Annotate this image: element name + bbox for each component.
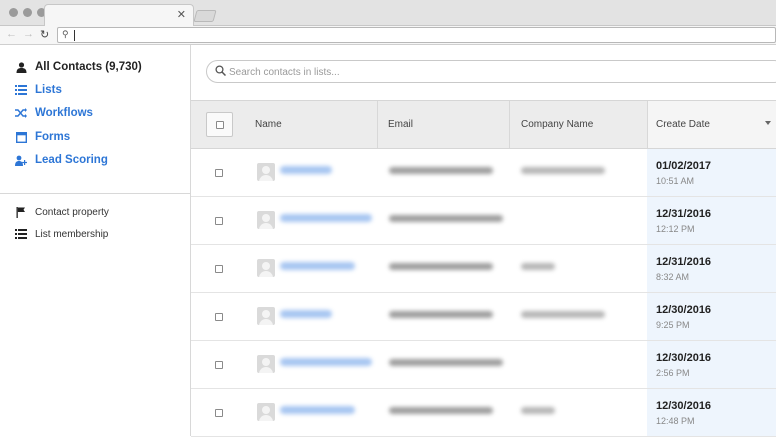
create-time: 12:48 PM <box>656 416 695 426</box>
create-date: 12/30/2016 <box>656 400 712 412</box>
company-redacted <box>521 311 605 318</box>
column-divider <box>377 101 378 148</box>
reload-icon[interactable]: ↻ <box>40 28 49 41</box>
forward-arrow-icon[interactable]: → <box>23 28 34 40</box>
new-tab-button[interactable] <box>193 10 217 22</box>
browser-tab[interactable]: ✕ <box>44 4 194 27</box>
avatar <box>257 355 275 373</box>
address-bar-input[interactable]: ⚲ <box>57 27 776 43</box>
contact-name-redacted[interactable] <box>280 214 372 222</box>
create-time: 8:32 AM <box>656 272 690 282</box>
minimize-window-icon[interactable] <box>23 8 32 17</box>
table-row[interactable]: 12/30/2016 12:48 PM <box>191 389 776 437</box>
sidebar-item-label: Lead Scoring <box>35 154 108 166</box>
list-icon <box>14 84 28 96</box>
search-icon: ⚲ <box>62 29 69 39</box>
row-checkbox[interactable] <box>215 265 223 273</box>
avatar <box>257 259 275 277</box>
contact-name-redacted[interactable] <box>280 262 355 270</box>
sidebar-item-all-contacts[interactable]: All Contacts (9,730) <box>14 61 142 73</box>
table-row[interactable]: 12/30/2016 9:25 PM <box>191 293 776 341</box>
sidebar-item-lists[interactable]: Lists <box>14 84 62 96</box>
create-date: 12/31/2016 <box>656 208 712 220</box>
email-redacted <box>389 263 493 270</box>
text-caret <box>74 30 75 41</box>
create-date: 12/30/2016 <box>656 352 712 364</box>
sidebar: All Contacts (9,730) Lists Workflows For… <box>0 45 191 436</box>
row-checkbox[interactable] <box>215 409 223 417</box>
contacts-main: Name Email Company Name Create Date 01/0… <box>191 45 776 437</box>
row-checkbox[interactable] <box>215 313 223 321</box>
address-bar-row: ← → ↻ ⚲ <box>0 26 776 45</box>
email-redacted <box>389 359 503 366</box>
email-redacted <box>389 311 493 318</box>
shuffle-icon <box>14 107 28 119</box>
sidebar-item-label: All Contacts (9,730) <box>35 61 142 73</box>
browser-tab-bar: ✕ <box>0 0 776 27</box>
column-header-company[interactable]: Company Name <box>521 101 593 148</box>
row-checkbox[interactable] <box>215 169 223 177</box>
table-row[interactable]: 12/31/2016 12:12 PM <box>191 197 776 245</box>
create-time: 2:56 PM <box>656 368 690 378</box>
row-checkbox[interactable] <box>215 217 223 225</box>
company-redacted <box>521 407 555 414</box>
select-all-checkbox[interactable] <box>216 121 224 129</box>
column-divider <box>509 101 510 148</box>
form-icon <box>14 131 28 143</box>
create-date: 12/31/2016 <box>656 256 712 268</box>
contact-name-redacted[interactable] <box>280 166 332 174</box>
select-all-button[interactable] <box>206 112 233 137</box>
contact-name-redacted[interactable] <box>280 406 355 414</box>
create-time: 10:51 AM <box>656 176 695 186</box>
column-header-label: Create Date <box>656 119 710 130</box>
create-time: 12:12 PM <box>656 224 695 234</box>
filter-label: List membership <box>35 228 109 240</box>
filter-contact-property[interactable]: Contact property <box>14 206 109 218</box>
search-icon <box>215 65 227 79</box>
filter-list-membership[interactable]: List membership <box>14 228 108 240</box>
row-checkbox[interactable] <box>215 361 223 369</box>
flag-icon <box>14 206 28 218</box>
contact-name-redacted[interactable] <box>280 310 332 318</box>
sidebar-item-label: Forms <box>35 131 71 143</box>
filter-label: Contact property <box>35 206 109 218</box>
column-header-create-date[interactable]: Create Date <box>647 101 776 148</box>
create-time: 9:25 PM <box>656 320 690 330</box>
search-input[interactable] <box>229 64 769 80</box>
sidebar-item-label: Lists <box>35 84 62 96</box>
sidebar-item-forms[interactable]: Forms <box>14 131 70 143</box>
create-date: 01/02/2017 <box>656 160 712 172</box>
close-window-icon[interactable] <box>9 8 18 17</box>
column-header-email[interactable]: Email <box>388 101 413 148</box>
email-redacted <box>389 167 493 174</box>
company-redacted <box>521 263 555 270</box>
sidebar-item-lead-scoring[interactable]: Lead Scoring <box>14 154 108 166</box>
avatar <box>257 163 275 181</box>
avatar <box>257 211 275 229</box>
sidebar-item-workflows[interactable]: Workflows <box>14 107 93 119</box>
contacts-search[interactable] <box>206 60 776 83</box>
create-date: 12/30/2016 <box>656 304 712 316</box>
table-row[interactable]: 01/02/2017 10:51 AM <box>191 149 776 197</box>
contact-name-redacted[interactable] <box>280 358 372 366</box>
table-header: Name Email Company Name Create Date <box>191 100 776 149</box>
table-row[interactable]: 12/30/2016 2:56 PM <box>191 341 776 389</box>
sidebar-item-label: Workflows <box>35 107 93 119</box>
lead-scoring-icon <box>14 154 28 166</box>
sidebar-divider <box>0 193 190 194</box>
company-redacted <box>521 167 605 174</box>
column-header-name[interactable]: Name <box>255 101 282 148</box>
back-arrow-icon[interactable]: ← <box>6 28 17 40</box>
table-row[interactable]: 12/31/2016 8:32 AM <box>191 245 776 293</box>
avatar <box>257 403 275 421</box>
person-icon <box>14 61 28 73</box>
close-tab-icon[interactable]: ✕ <box>177 8 186 21</box>
email-redacted <box>389 215 503 222</box>
sort-desc-icon[interactable] <box>765 121 771 125</box>
avatar <box>257 307 275 325</box>
list-icon <box>14 228 28 240</box>
email-redacted <box>389 407 493 414</box>
